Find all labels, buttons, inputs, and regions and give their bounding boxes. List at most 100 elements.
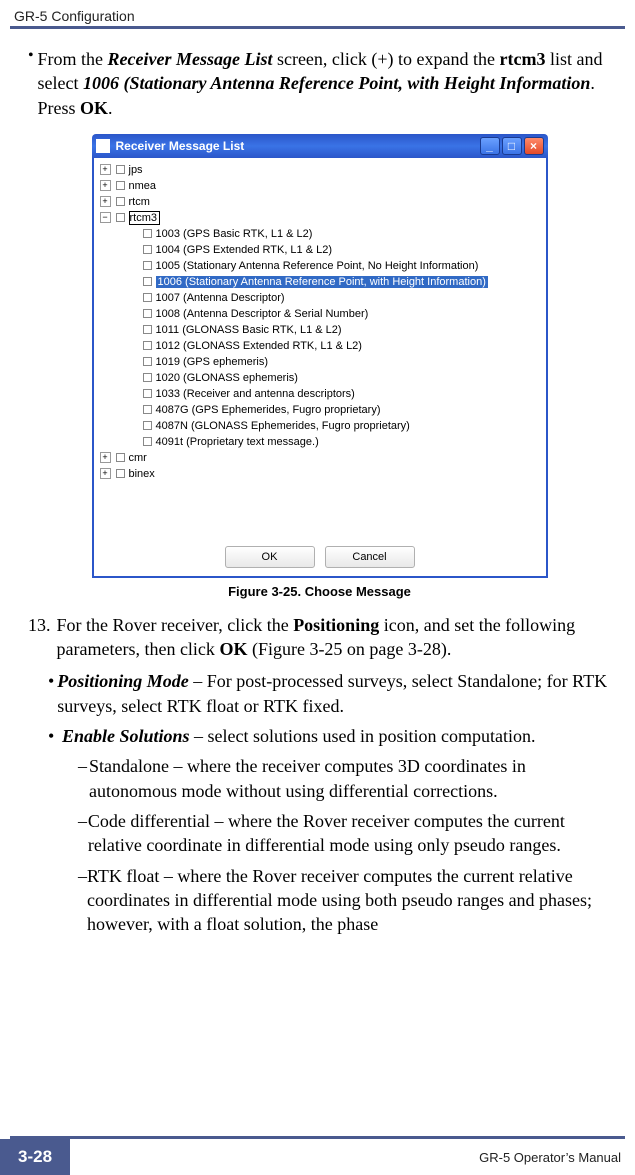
tree-node-label[interactable]: 1008 (Antenna Descriptor & Serial Number…: [156, 308, 369, 320]
tree-node-label[interactable]: binex: [129, 468, 155, 480]
node-icon: [142, 420, 153, 431]
tree-node-label[interactable]: 1011 (GLONASS Basic RTK, L1 & L2): [156, 324, 342, 336]
page-number-badge: 3-28: [0, 1139, 70, 1175]
titlebar[interactable]: Receiver Message List _ □ ×: [92, 134, 548, 158]
dash-text: Standalone – where the receiver computes…: [89, 754, 611, 803]
tree-node[interactable]: + jps: [94, 162, 546, 178]
instruction-paragraph: From the Receiver Message List screen, c…: [38, 47, 612, 120]
node-icon: [142, 228, 153, 239]
maximize-button[interactable]: □: [502, 137, 522, 155]
close-button[interactable]: ×: [524, 137, 544, 155]
tree-child-node[interactable]: 1020 (GLONASS ephemeris): [94, 370, 546, 386]
tree-node[interactable]: + binex: [94, 466, 546, 482]
icon-name: Positioning: [293, 615, 379, 635]
cancel-button[interactable]: Cancel: [325, 546, 415, 568]
text: screen, click (+) to expand the: [272, 49, 499, 69]
page-header: GR-5 Configuration: [0, 0, 635, 26]
body-column: • From the Receiver Message List screen,…: [0, 47, 635, 936]
figure-caption: Figure 3-25. Choose Message: [28, 584, 611, 599]
dash-item-rtk-float: – RTK float – where the Rover receiver c…: [28, 864, 611, 937]
bullet-dot: •: [48, 724, 62, 748]
node-icon: [142, 436, 153, 447]
tree-view[interactable]: + jps+ nmea+ rtcm− rtcm31003 (GPS Basic …: [94, 158, 546, 482]
expand-icon[interactable]: +: [100, 452, 111, 463]
tree-node-label[interactable]: 1006 (Stationary Antenna Reference Point…: [156, 276, 488, 288]
node-icon: [142, 292, 153, 303]
tree-node-label[interactable]: rtcm: [129, 196, 150, 208]
ok-label: OK: [80, 98, 108, 118]
tree-node-label[interactable]: rtcm3: [130, 212, 158, 224]
expand-icon[interactable]: +: [100, 164, 111, 175]
node-icon: [115, 452, 126, 463]
minimize-button[interactable]: _: [480, 137, 500, 155]
tree-node-label[interactable]: 1020 (GLONASS ephemeris): [156, 372, 298, 384]
collapse-icon[interactable]: −: [100, 212, 111, 223]
sub-bullet-positioning-mode: • Positioning Mode – For post-processed …: [28, 669, 611, 718]
tree-child-node[interactable]: 1008 (Antenna Descriptor & Serial Number…: [94, 306, 546, 322]
param-name: Enable Solutions: [62, 726, 190, 746]
tree-node-label[interactable]: 1033 (Receiver and antenna descriptors): [156, 388, 355, 400]
tree-node-label[interactable]: 4091t (Proprietary text message.): [156, 436, 319, 448]
ok-button[interactable]: OK: [225, 546, 315, 568]
expand-icon[interactable]: +: [100, 468, 111, 479]
tree-node-label[interactable]: cmr: [129, 452, 147, 464]
tree-child-node[interactable]: 1011 (GLONASS Basic RTK, L1 & L2): [94, 322, 546, 338]
tree-node-label[interactable]: 4087G (GPS Ephemerides, Fugro proprietar…: [156, 404, 381, 416]
tree-node[interactable]: − rtcm3: [94, 210, 546, 226]
tree-child-node[interactable]: 4091t (Proprietary text message.): [94, 434, 546, 450]
tree-node-label[interactable]: 4087N (GLONASS Ephemerides, Fugro propri…: [156, 420, 410, 432]
list-name: rtcm3: [500, 49, 546, 69]
text: (Figure 3-25 on page 3-28).: [247, 639, 451, 659]
tree-child-node[interactable]: 1006 (Stationary Antenna Reference Point…: [94, 274, 546, 290]
window-buttons: _ □ ×: [480, 137, 544, 155]
page-footer: 3-28 GR-5 Operator’s Manual: [0, 1136, 635, 1175]
tree-child-node[interactable]: 1004 (GPS Extended RTK, L1 & L2): [94, 242, 546, 258]
tree-node[interactable]: + nmea: [94, 178, 546, 194]
tree-child-node[interactable]: 1007 (Antenna Descriptor): [94, 290, 546, 306]
tree-node-label[interactable]: 1005 (Stationary Antenna Reference Point…: [156, 260, 479, 272]
tree-child-node[interactable]: 1005 (Stationary Antenna Reference Point…: [94, 258, 546, 274]
tree-child-node[interactable]: 1019 (GPS ephemeris): [94, 354, 546, 370]
tree-node-label[interactable]: jps: [129, 164, 143, 176]
sub-bullet-text: Enable Solutions – select solutions used…: [62, 724, 536, 748]
text: For the Rover receiver, click the: [57, 615, 294, 635]
tree-node-label[interactable]: nmea: [129, 180, 157, 192]
param-name: Positioning Mode: [57, 671, 189, 691]
node-icon: [115, 180, 126, 191]
highlight-box: rtcm3: [129, 211, 161, 225]
dash-item-code-differential: – Code differential – where the Rover re…: [28, 809, 611, 858]
step-number: 13.: [28, 613, 57, 662]
dash-text: Code differential – where the Rover rece…: [88, 809, 611, 858]
expand-icon[interactable]: +: [100, 196, 111, 207]
expand-icon[interactable]: +: [100, 180, 111, 191]
tree-node[interactable]: + cmr: [94, 450, 546, 466]
step-text: For the Rover receiver, click the Positi…: [57, 613, 612, 662]
message-name: 1006 (Stationary Antenna Reference Point…: [83, 73, 590, 93]
header-rule: [10, 26, 625, 29]
text: From the: [38, 49, 108, 69]
bullet-dot: •: [48, 669, 57, 718]
tree-node-label[interactable]: 1003 (GPS Basic RTK, L1 & L2): [156, 228, 313, 240]
tree-node-label[interactable]: 1019 (GPS ephemeris): [156, 356, 269, 368]
step-13: 13. For the Rover receiver, click the Po…: [28, 613, 611, 662]
sub-bullet-enable-solutions: • Enable Solutions – select solutions us…: [28, 724, 611, 748]
tree-child-node[interactable]: 1012 (GLONASS Extended RTK, L1 & L2): [94, 338, 546, 354]
tree-node-label[interactable]: 1012 (GLONASS Extended RTK, L1 & L2): [156, 340, 362, 352]
dash: –: [78, 809, 88, 858]
ok-label: OK: [219, 639, 247, 659]
node-icon: [142, 340, 153, 351]
node-icon: [115, 212, 126, 223]
sub-bullet-text: Positioning Mode – For post-processed su…: [57, 669, 611, 718]
dash-text: RTK float – where the Rover receiver com…: [87, 864, 611, 937]
tree-child-node[interactable]: 4087N (GLONASS Ephemerides, Fugro propri…: [94, 418, 546, 434]
tree-child-node[interactable]: 4087G (GPS Ephemerides, Fugro proprietar…: [94, 402, 546, 418]
window-client-area: + jps+ nmea+ rtcm− rtcm31003 (GPS Basic …: [92, 158, 548, 578]
tree-node-label[interactable]: 1007 (Antenna Descriptor): [156, 292, 285, 304]
tree-child-node[interactable]: 1033 (Receiver and antenna descriptors): [94, 386, 546, 402]
tree-child-node[interactable]: 1003 (GPS Basic RTK, L1 & L2): [94, 226, 546, 242]
bullet-dot: •: [28, 47, 38, 120]
window-title: Receiver Message List: [116, 139, 480, 153]
tree-node[interactable]: + rtcm: [94, 194, 546, 210]
dash-item-standalone: – Standalone – where the receiver comput…: [28, 754, 611, 803]
tree-node-label[interactable]: 1004 (GPS Extended RTK, L1 & L2): [156, 244, 333, 256]
